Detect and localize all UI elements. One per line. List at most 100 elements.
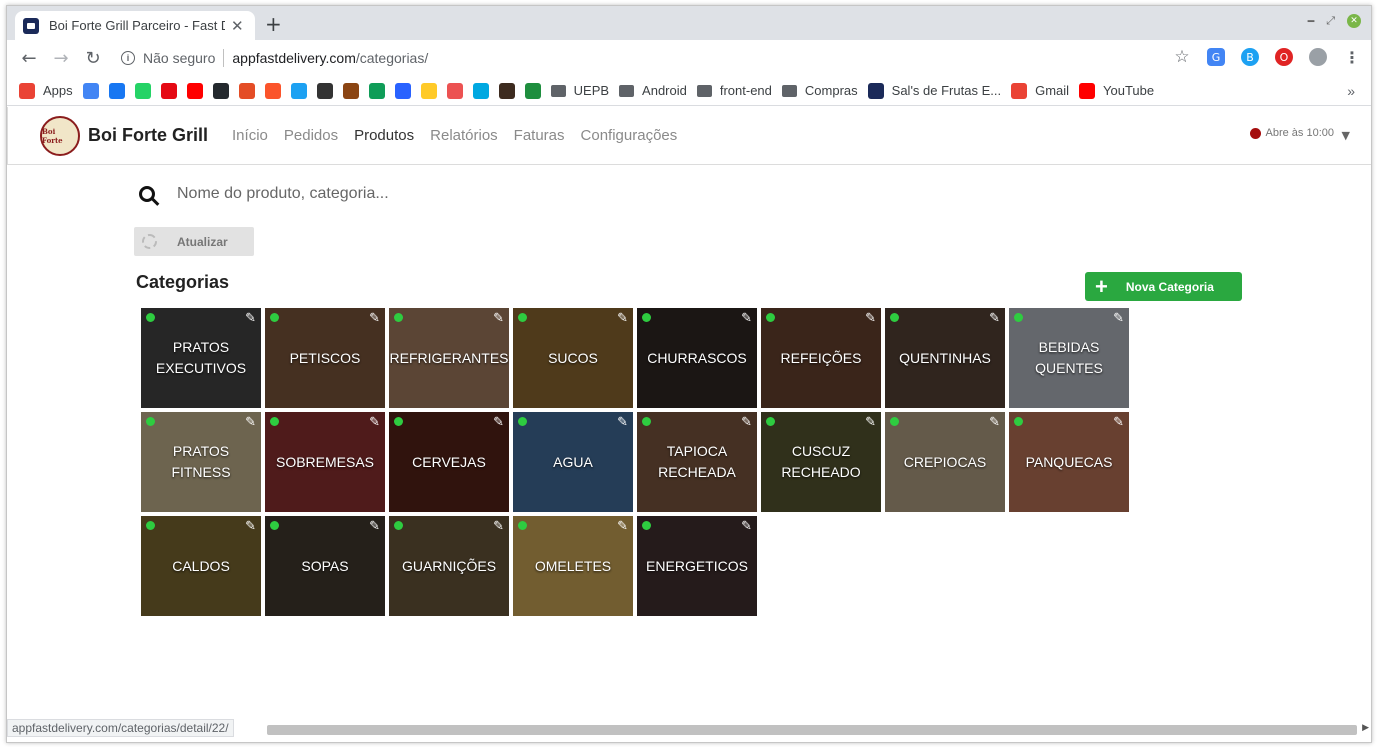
category-card[interactable]: ✎ PETISCOS [265, 308, 385, 408]
bookmark-item[interactable] [160, 82, 177, 99]
bookmark-link[interactable]: Sal's de Frutas E... [867, 82, 1001, 99]
edit-pencil-icon[interactable]: ✎ [493, 311, 504, 326]
opera-extension-icon[interactable]: O [1275, 48, 1293, 66]
category-card[interactable]: ✎ ENERGETICOS [637, 516, 757, 616]
category-card[interactable]: ✎ QUENTINHAS [885, 308, 1005, 408]
edit-pencil-icon[interactable]: ✎ [245, 415, 256, 430]
nav-configuracoes[interactable]: Configurações [581, 127, 678, 144]
bookmark-item[interactable] [82, 82, 99, 99]
category-card[interactable]: ✎ TAPIOCA RECHEADA [637, 412, 757, 512]
category-card[interactable]: ✎ PRATOS EXECUTIVOS [141, 308, 261, 408]
category-card[interactable]: ✎ AGUA [513, 412, 633, 512]
bookmark-item[interactable] [524, 82, 541, 99]
store-status[interactable]: Abre às 10:00 [1249, 127, 1334, 139]
bookmark-item[interactable] [368, 82, 385, 99]
bookmark-star-icon[interactable]: ☆ [1173, 47, 1191, 67]
search-input[interactable] [177, 185, 677, 203]
close-window-icon[interactable]: ✕ [1347, 14, 1361, 28]
bookmark-link[interactable]: Gmail [1011, 82, 1069, 99]
nav-faturas[interactable]: Faturas [514, 127, 565, 144]
nav-inicio[interactable]: Início [232, 127, 268, 144]
category-card[interactable]: ✎ CERVEJAS [389, 412, 509, 512]
category-card[interactable]: ✎ CHURRASCOS [637, 308, 757, 408]
bookmark-item[interactable] [394, 82, 411, 99]
category-card[interactable]: ✎ PANQUECAS [1009, 412, 1129, 512]
reload-icon[interactable]: ↻ [77, 48, 109, 69]
chevron-down-icon[interactable]: ▼ [1342, 129, 1350, 142]
browser-menu-icon[interactable]: ⋮ [1343, 48, 1361, 67]
profile-avatar-icon[interactable] [1309, 48, 1327, 66]
category-card[interactable]: ✎ BEBIDAS QUENTES [1009, 308, 1129, 408]
refresh-button[interactable]: Atualizar [134, 227, 254, 256]
edit-pencil-icon[interactable]: ✎ [865, 311, 876, 326]
edit-pencil-icon[interactable]: ✎ [989, 415, 1000, 430]
category-card[interactable]: ✎ CUSCUZ RECHEADO [761, 412, 881, 512]
edit-pencil-icon[interactable]: ✎ [493, 519, 504, 534]
edit-pencil-icon[interactable]: ✎ [989, 311, 1000, 326]
bookmark-folder[interactable]: UEPB [550, 83, 609, 98]
nav-produtos[interactable]: Produtos [354, 127, 414, 144]
brand-logo[interactable]: Boi Forte [40, 115, 80, 156]
edit-pencil-icon[interactable]: ✎ [617, 311, 628, 326]
nav-pedidos[interactable]: Pedidos [284, 127, 338, 144]
bookmark-item[interactable] [472, 82, 489, 99]
extension-b-icon[interactable]: B [1241, 48, 1259, 66]
new-tab-button[interactable]: + [265, 12, 282, 36]
category-card[interactable]: ✎ PRATOS FITNESS [141, 412, 261, 512]
edit-pencil-icon[interactable]: ✎ [865, 415, 876, 430]
bookmark-item[interactable] [498, 82, 515, 99]
bookmark-item[interactable] [446, 82, 463, 99]
new-category-button[interactable]: + Nova Categoria [1085, 272, 1242, 301]
edit-pencil-icon[interactable]: ✎ [369, 415, 380, 430]
bookmark-item[interactable] [134, 82, 151, 99]
category-card[interactable]: ✎ SOBREMESAS [265, 412, 385, 512]
bookmark-folder[interactable]: Compras [781, 83, 858, 98]
edit-pencil-icon[interactable]: ✎ [617, 519, 628, 534]
scroll-right-icon[interactable]: ▶ [1362, 723, 1369, 733]
edit-pencil-icon[interactable]: ✎ [369, 311, 380, 326]
bookmark-item[interactable]: Apps [19, 82, 73, 99]
bookmarks-overflow-icon[interactable]: » [1347, 83, 1355, 99]
edit-pencil-icon[interactable]: ✎ [617, 415, 628, 430]
address-bar[interactable]: i Não seguro appfastdelivery.com/categor… [121, 44, 428, 72]
edit-pencil-icon[interactable]: ✎ [741, 519, 752, 534]
category-card[interactable]: ✎ SOPAS [265, 516, 385, 616]
brand-name[interactable]: Boi Forte Grill [88, 125, 208, 146]
category-card[interactable]: ✎ CREPIOCAS [885, 412, 1005, 512]
info-icon[interactable]: i [121, 51, 135, 65]
category-card[interactable]: ✎ CALDOS [141, 516, 261, 616]
edit-pencil-icon[interactable]: ✎ [245, 519, 256, 534]
bookmark-item[interactable] [238, 82, 255, 99]
nav-relatorios[interactable]: Relatórios [430, 127, 498, 144]
edit-pencil-icon[interactable]: ✎ [493, 415, 504, 430]
browser-tab[interactable]: Boi Forte Grill Parceiro - Fast De ✕ [15, 11, 255, 40]
bookmark-item[interactable] [108, 82, 125, 99]
category-card[interactable]: ✎ GUARNIÇÕES [389, 516, 509, 616]
category-card[interactable]: ✎ OMELETES [513, 516, 633, 616]
edit-pencil-icon[interactable]: ✎ [1113, 415, 1124, 430]
edit-pencil-icon[interactable]: ✎ [369, 519, 380, 534]
bookmark-item[interactable] [290, 82, 307, 99]
back-icon[interactable]: ← [13, 48, 45, 69]
horizontal-scrollbar[interactable] [267, 725, 1357, 735]
bookmark-item[interactable] [342, 82, 359, 99]
close-tab-icon[interactable]: ✕ [231, 17, 244, 35]
category-card[interactable]: ✎ SUCOS [513, 308, 633, 408]
edit-pencil-icon[interactable]: ✎ [741, 311, 752, 326]
bookmark-item[interactable] [420, 82, 437, 99]
bookmark-item[interactable] [264, 82, 281, 99]
bookmark-item[interactable] [316, 82, 333, 99]
edit-pencil-icon[interactable]: ✎ [245, 311, 256, 326]
bookmark-folder[interactable]: front-end [696, 83, 772, 98]
edit-pencil-icon[interactable]: ✎ [741, 415, 752, 430]
minimize-icon[interactable]: ━ [1308, 15, 1315, 28]
translate-extension-icon[interactable]: G [1207, 48, 1225, 66]
bookmark-link[interactable]: YouTube [1079, 82, 1154, 99]
bookmark-folder[interactable]: Android [619, 83, 687, 98]
maximize-icon[interactable]: ⤢ [1326, 14, 1335, 28]
category-card[interactable]: ✎ REFRIGERANTES [389, 308, 509, 408]
bookmark-item[interactable] [212, 82, 229, 99]
category-card[interactable]: ✎ REFEIÇÕES [761, 308, 881, 408]
edit-pencil-icon[interactable]: ✎ [1113, 311, 1124, 326]
forward-icon[interactable]: → [45, 48, 77, 69]
